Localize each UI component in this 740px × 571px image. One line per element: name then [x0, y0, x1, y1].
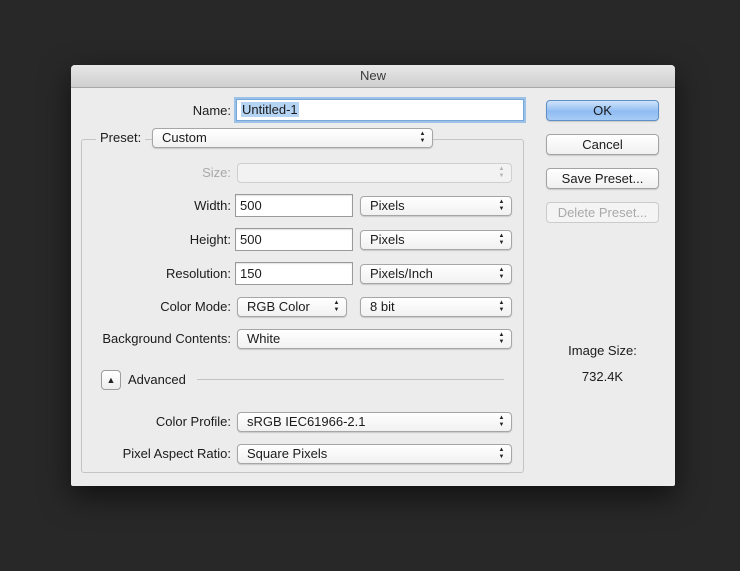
bit-depth-value: 8 bit — [370, 299, 395, 314]
width-label: Width: — [194, 198, 231, 213]
background-contents-label: Background Contents: — [102, 331, 231, 346]
color-profile-value: sRGB IEC61966-2.1 — [247, 414, 366, 429]
up-down-arrows-icon: ▲ ▼ — [498, 447, 505, 460]
width-unit-select[interactable]: Pixels ▲ ▼ — [360, 196, 512, 216]
background-contents-select[interactable]: White ▲ ▼ — [237, 329, 512, 349]
up-down-arrows-icon: ▲ ▼ — [498, 199, 505, 212]
pixel-aspect-ratio-select[interactable]: Square Pixels ▲ ▼ — [237, 444, 512, 464]
triangle-up-icon: ▲ — [106, 375, 116, 385]
height-label: Height: — [189, 232, 231, 247]
resolution-input[interactable]: 150 — [235, 262, 353, 285]
bit-depth-select[interactable]: 8 bit ▲ ▼ — [360, 297, 512, 317]
pixel-aspect-ratio-value: Square Pixels — [247, 446, 328, 461]
save-preset-button[interactable]: Save Preset... — [546, 168, 659, 189]
up-down-arrows-icon: ▲ ▼ — [419, 131, 426, 144]
dialog-title: New — [71, 65, 675, 88]
pixel-aspect-ratio-label: Pixel Aspect Ratio: — [122, 446, 231, 461]
size-label: Size: — [202, 165, 231, 180]
color-mode-value: RGB Color — [247, 299, 310, 314]
advanced-separator — [197, 379, 504, 380]
preset-select[interactable]: Custom ▲ ▼ — [152, 128, 433, 148]
resolution-unit-value: Pixels/Inch — [370, 266, 433, 281]
preset-select-value: Custom — [162, 130, 207, 145]
name-input-value: Untitled-1 — [241, 102, 299, 117]
name-label: Name: — [192, 103, 231, 118]
up-down-arrows-icon: ▲ ▼ — [498, 166, 505, 179]
advanced-label: Advanced — [128, 372, 186, 387]
height-input[interactable]: 500 — [235, 228, 353, 251]
up-down-arrows-icon: ▲ ▼ — [498, 233, 505, 246]
ok-button[interactable]: OK — [546, 100, 659, 121]
up-down-arrows-icon: ▲ ▼ — [498, 332, 505, 345]
width-unit-value: Pixels — [370, 198, 405, 213]
color-mode-select[interactable]: RGB Color ▲ ▼ — [237, 297, 347, 317]
height-unit-select[interactable]: Pixels ▲ ▼ — [360, 230, 512, 250]
up-down-arrows-icon: ▲ ▼ — [333, 300, 340, 313]
delete-preset-button[interactable]: Delete Preset... — [546, 202, 659, 223]
height-unit-value: Pixels — [370, 232, 405, 247]
name-input[interactable]: Untitled-1 — [236, 99, 524, 121]
resolution-unit-select[interactable]: Pixels/Inch ▲ ▼ — [360, 264, 512, 284]
new-document-dialog: New Name: Untitled-1 Preset: Custom ▲ ▼ S… — [71, 65, 675, 486]
image-size-label: Image Size: — [568, 343, 637, 358]
resolution-label: Resolution: — [165, 266, 231, 281]
advanced-disclosure-button[interactable]: ▲ — [101, 370, 121, 390]
color-profile-label: Color Profile: — [155, 414, 231, 429]
image-size-value: 732.4K — [581, 369, 624, 384]
up-down-arrows-icon: ▲ ▼ — [498, 415, 505, 428]
width-input[interactable]: 500 — [235, 194, 353, 217]
background-contents-value: White — [247, 331, 281, 346]
color-mode-label: Color Mode: — [160, 299, 231, 314]
cancel-button[interactable]: Cancel — [546, 134, 659, 155]
up-down-arrows-icon: ▲ ▼ — [498, 300, 505, 313]
preset-label: Preset: — [96, 128, 146, 148]
color-profile-select[interactable]: sRGB IEC61966-2.1 ▲ ▼ — [237, 412, 512, 432]
up-down-arrows-icon: ▲ ▼ — [498, 267, 505, 280]
size-select[interactable]: ▲ ▼ — [237, 163, 512, 183]
